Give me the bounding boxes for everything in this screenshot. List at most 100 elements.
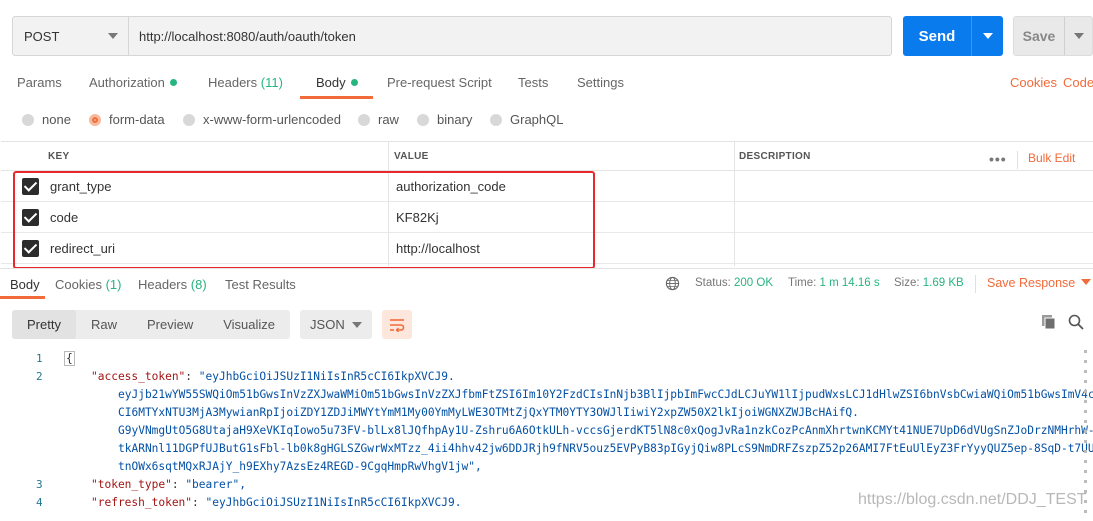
code-line: "refresh_token": "eyJhbGciOiJSUzI1NiIsIn…: [91, 496, 462, 509]
code-continuation: tkARNnl11DGPfUJButG1sFbl-lb0k8gHGLSZGwrW…: [118, 442, 1093, 455]
json-value: "bearer",: [185, 478, 246, 491]
method-select[interactable]: POST: [13, 17, 129, 55]
tab-body[interactable]: Body: [316, 75, 358, 90]
tab-headers[interactable]: Headers (11): [208, 75, 283, 90]
tab-headers-label: Headers: [208, 75, 258, 90]
response-tab-headers[interactable]: Headers (8): [138, 277, 207, 292]
code-continuation: eyJjb21wYW55SWQiOm51bGwsInVzZXJwaWMiOm51…: [118, 388, 1093, 401]
tab-settings-label: Settings: [577, 75, 624, 90]
tab-params[interactable]: Params: [17, 75, 62, 90]
code-continuation: tnOWx6sqtMQxRJAjY_h9EXhy7AzsEz4REGD-9Cgq…: [118, 460, 482, 473]
response-tab-body[interactable]: Body: [10, 277, 40, 292]
brace-match: {: [64, 351, 75, 366]
response-tab-headers-count: (8): [190, 277, 207, 292]
chevron-down-icon: [352, 321, 363, 328]
line-number: 3: [36, 478, 43, 491]
copy-icon[interactable]: [1041, 314, 1057, 330]
tab-prerequest-label: Pre-request Script: [387, 75, 492, 90]
response-tab-cookies-label: Cookies: [55, 277, 102, 292]
json-key: "access_token": [91, 370, 186, 383]
radio-raw[interactable]: raw: [358, 112, 399, 127]
radio-label: raw: [378, 112, 399, 127]
radio-circle-icon: [490, 113, 502, 126]
save-response-button[interactable]: Save Response: [987, 276, 1092, 290]
radio-none[interactable]: none: [22, 112, 71, 127]
view-preview-button[interactable]: Preview: [132, 310, 208, 339]
send-label: Send: [918, 27, 956, 45]
json-value: "eyJhbGciOiJSUzI1NiIsInR5cCI6IkpXVCJ9.: [198, 370, 455, 383]
radio-graphql[interactable]: GraphQL: [490, 112, 563, 127]
send-button[interactable]: Send: [903, 16, 1003, 56]
code-line: {: [64, 350, 75, 368]
tab-prerequest[interactable]: Pre-request Script: [387, 75, 492, 90]
view-pretty-button[interactable]: Pretty: [12, 310, 76, 339]
tab-params-label: Params: [17, 75, 62, 90]
save-button[interactable]: Save: [1013, 16, 1093, 56]
description-column-header: DESCRIPTION: [739, 151, 811, 162]
json-key: "token_type": [91, 478, 172, 491]
format-select[interactable]: JSON: [300, 310, 373, 339]
radio-x-www-form-urlencoded[interactable]: x-www-form-urlencoded: [183, 112, 341, 127]
more-options-icon[interactable]: •••: [989, 151, 1007, 167]
radio-label: binary: [437, 112, 473, 127]
tab-body-label: Body: [316, 75, 346, 90]
bulk-edit-link[interactable]: Bulk Edit: [1028, 151, 1075, 165]
tab-authorization[interactable]: Authorization: [89, 75, 177, 90]
response-toolbar: Pretty Raw Preview Visualize JSON: [12, 310, 413, 339]
code-line: "access_token": "eyJhbGciOiJSUzI1NiIsInR…: [91, 370, 455, 383]
status-indicator: Status: 200 OK: [695, 277, 773, 289]
active-tab-indicator: [0, 296, 45, 299]
response-tab-tests[interactable]: Test Results: [225, 277, 296, 292]
save-label: Save: [1022, 28, 1056, 44]
send-options-button[interactable]: [971, 16, 1003, 56]
radio-label: x-www-form-urlencoded: [203, 112, 341, 127]
chevron-down-icon: [1081, 279, 1092, 285]
radio-label: form-data: [109, 112, 165, 127]
wrap-lines-button[interactable]: [382, 310, 413, 339]
time-value: 1 m 14.16 s: [819, 277, 880, 289]
radio-circle-icon: [358, 113, 370, 126]
key-column-header: KEY: [48, 151, 70, 162]
view-raw-button[interactable]: Raw: [76, 310, 132, 339]
json-value: "eyJhbGciOiJSUzI1NiIsInR5cCI6IkpXVCJ9.: [205, 496, 462, 509]
wrap-icon: [390, 318, 405, 332]
request-tabs: Params Authorization Headers (11) Body P…: [0, 68, 1093, 100]
tab-authorization-label: Authorization: [89, 75, 165, 90]
divider: [1017, 151, 1018, 169]
chevron-down-icon: [1073, 33, 1084, 39]
code-continuation: CI6MTYxNTU3MjA3MywianRpIjoiZDY1ZDJiMWYtY…: [118, 406, 859, 419]
search-icon[interactable]: [1068, 314, 1084, 330]
globe-icon[interactable]: [665, 276, 680, 291]
watermark: https://blog.csdn.net/DDJ_TEST: [858, 491, 1087, 508]
cookies-link[interactable]: Cookies: [1010, 75, 1057, 90]
response-tab-cookies[interactable]: Cookies (1): [55, 277, 121, 292]
response-tab-cookies-count: (1): [105, 277, 122, 292]
value-column-header: VALUE: [394, 151, 429, 162]
save-options-button[interactable]: [1064, 17, 1092, 55]
code-continuation: G9yVNmgUtO5G8UtajaH9XeVKIqIowo5u73FV-blL…: [118, 424, 1093, 437]
divider: [975, 275, 976, 293]
response-tabs: Body Cookies (1) Headers (8) Test Result…: [0, 268, 1093, 299]
radio-binary[interactable]: binary: [417, 112, 472, 127]
time-indicator: Time: 1 m 14.16 s: [788, 277, 880, 289]
tab-tests[interactable]: Tests: [518, 75, 548, 90]
radio-form-data[interactable]: form-data: [89, 112, 165, 127]
highlight-box: [13, 171, 595, 269]
chevron-down-icon: [982, 33, 993, 39]
active-tab-indicator: [300, 96, 373, 99]
code-line: "token_type": "bearer",: [91, 478, 246, 491]
line-number: 2: [36, 370, 43, 383]
status-label: Status:: [695, 277, 731, 289]
body-type-radios: none form-data x-www-form-urlencoded raw…: [0, 108, 1093, 132]
chevron-down-icon: [108, 33, 118, 39]
radio-circle-icon: [89, 113, 101, 126]
tab-settings[interactable]: Settings: [577, 75, 624, 90]
view-visualize-button[interactable]: Visualize: [208, 310, 290, 339]
size-label: Size:: [894, 277, 920, 289]
size-indicator: Size: 1.69 KB: [894, 277, 964, 289]
url-input[interactable]: http://localhost:8080/auth/oauth/token: [129, 17, 891, 55]
status-dot-icon: [350, 79, 358, 86]
code-link[interactable]: Code: [1063, 75, 1093, 90]
view-mode-group: Pretty Raw Preview Visualize: [12, 310, 291, 339]
json-key: "refresh_token": [91, 496, 193, 509]
